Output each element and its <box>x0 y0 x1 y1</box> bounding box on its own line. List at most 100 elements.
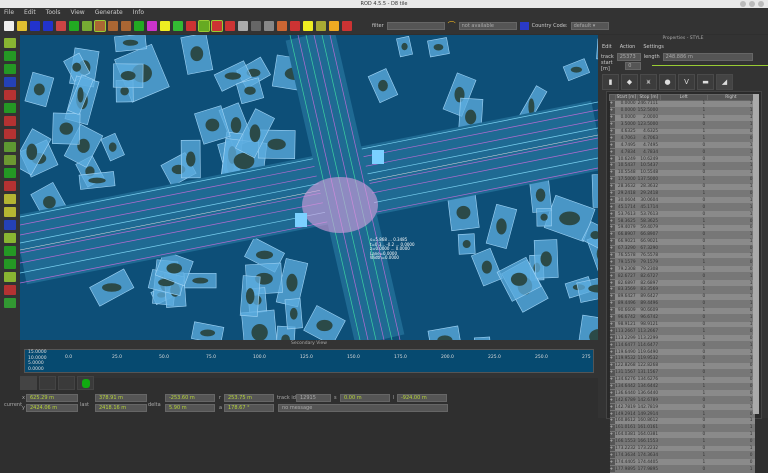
toolbar-tool-icon[interactable] <box>30 20 40 31</box>
cell[interactable]: 1 <box>707 252 755 260</box>
cell[interactable]: 1 <box>707 210 755 219</box>
toolbar-tool-icon[interactable] <box>225 20 235 31</box>
toolbar-tool-icon[interactable] <box>108 20 118 31</box>
table-row[interactable]: +119.9532 119.9532 0 1 <box>609 355 755 363</box>
cell[interactable]: 82.6897 <box>637 279 661 288</box>
cell[interactable]: 0 <box>707 286 755 294</box>
cell[interactable]: 131.1567 <box>637 369 661 377</box>
cell[interactable]: 0 <box>707 217 755 226</box>
start-field[interactable]: 0 <box>625 61 641 70</box>
table-row[interactable]: +174.4405 174.4405 1 0 <box>609 458 755 467</box>
cell[interactable]: 113.2667 <box>637 327 661 336</box>
cell[interactable]: 2.0000 <box>637 114 661 122</box>
table-row[interactable]: +134.6276 134.6276 1 0 <box>609 376 755 384</box>
table-row[interactable]: +3.5000 123.5000 0 1 <box>609 121 755 129</box>
cell[interactable]: 114.6477 <box>637 341 661 350</box>
table-row[interactable]: +83.3569 83.3569 1 0 <box>609 286 755 294</box>
cell[interactable]: 67.3290 <box>615 245 638 253</box>
cell[interactable]: 4.7495 <box>615 141 638 150</box>
cell[interactable]: 1 <box>707 107 755 115</box>
cell[interactable]: 0 <box>660 465 708 473</box>
cell[interactable]: 1 <box>707 100 755 108</box>
left-tool-icon[interactable] <box>4 129 16 139</box>
cell[interactable]: 4.6325 <box>615 128 638 136</box>
cell[interactable]: 4.7834 <box>637 148 661 157</box>
cell[interactable]: 1 <box>660 307 708 315</box>
cell[interactable]: 83.3569 <box>615 286 638 294</box>
table-row[interactable]: +131.1567 131.1567 0 1 <box>609 369 755 377</box>
cell[interactable]: 0 <box>660 169 708 177</box>
cell[interactable]: 0 <box>660 403 708 412</box>
table-row[interactable]: +89.6427 89.6427 0 1 <box>609 293 755 301</box>
table-row[interactable]: +10.6249 10.6249 0 1 <box>609 155 755 164</box>
table-row[interactable]: +166.1553 166.1553 1 0 <box>609 438 755 446</box>
tab-shape[interactable] <box>77 376 94 390</box>
cell[interactable]: 1 <box>707 272 755 281</box>
col-stop[interactable]: Stop [m] <box>637 94 661 101</box>
cell[interactable]: 0 <box>660 279 708 288</box>
cell[interactable]: 17.5000 <box>615 176 638 184</box>
cell[interactable]: 1 <box>707 403 755 412</box>
cell[interactable]: 0 <box>660 424 708 432</box>
cell[interactable]: 113.2667 <box>615 327 638 336</box>
cell[interactable]: 1 <box>660 258 708 267</box>
table-row[interactable]: +96.6742 96.6742 0 1 <box>609 314 755 322</box>
cell[interactable]: 1 <box>707 203 755 212</box>
table-row[interactable]: +59.4079 59.4079 1 0 <box>609 224 755 232</box>
table-row[interactable]: +4.6325 4.6325 1 0 <box>609 128 755 136</box>
cell[interactable]: 1 <box>660 134 708 143</box>
cell[interactable]: 1 <box>660 100 708 108</box>
cell[interactable]: 1 <box>707 396 755 405</box>
toolbar-tool-icon[interactable] <box>251 20 261 31</box>
table-row[interactable]: +114.6477 114.6477 0 1 <box>609 341 755 350</box>
cell[interactable]: 1 <box>707 162 755 170</box>
cell[interactable]: 10.5548 <box>637 169 661 177</box>
cell[interactable]: 90.6609 <box>637 307 661 315</box>
map-view[interactable]: s=5.868 ... 0.3485 t=0.3... -0.2 ... 0.00… <box>20 35 598 340</box>
cell[interactable]: 173.2232 <box>637 445 661 453</box>
cell[interactable]: 1 <box>707 141 755 150</box>
cell[interactable]: 142.7819 <box>615 403 638 412</box>
toolbar-tool-icon[interactable] <box>134 20 144 31</box>
table-row[interactable]: +0.0000 152.5000 1 1 <box>609 107 755 115</box>
cell[interactable]: 0 <box>707 134 755 143</box>
menu-generate[interactable]: Generate <box>95 8 123 17</box>
cell[interactable]: 0 <box>660 141 708 150</box>
left-tool-icon[interactable] <box>4 90 16 100</box>
cell[interactable]: 1 <box>660 458 708 467</box>
cell[interactable]: 174.3634 <box>615 451 638 460</box>
toolbar-tool-icon[interactable] <box>82 20 92 31</box>
cell[interactable]: 160.8612 <box>615 417 638 425</box>
cell[interactable]: 66.8907 <box>637 231 661 239</box>
table-scrollbar[interactable] <box>753 94 759 414</box>
toolbar-tool-icon[interactable] <box>329 20 339 31</box>
country-select[interactable]: default ▾ <box>570 21 609 30</box>
table-row[interactable]: +28.3632 28.3632 0 1 <box>609 183 755 191</box>
road-network-canvas[interactable] <box>20 35 598 340</box>
tab-signal-icon[interactable]: ● <box>659 74 676 90</box>
toolbar-tool-icon[interactable] <box>277 20 287 31</box>
cell[interactable]: 0 <box>660 121 708 129</box>
minimize-button[interactable] <box>740 1 746 7</box>
tab-superelevation[interactable] <box>39 376 56 390</box>
cell[interactable]: 53.7613 <box>615 210 638 219</box>
secondary-view-plot[interactable]: 15.0000 10.0000 5.0000 0.0000 0.0 25.0 50.0 75.… <box>24 349 594 373</box>
table-row[interactable]: +160.8612 160.8612 0 1 <box>609 417 755 425</box>
table-row[interactable]: +113.2299 113.2299 1 0 <box>609 334 755 343</box>
cell[interactable]: 59.4079 <box>615 224 638 232</box>
cell[interactable]: 161.0161 <box>615 424 638 432</box>
table-row[interactable]: +119.6490 119.6490 0 1 <box>609 348 755 356</box>
cell[interactable]: 0 <box>660 369 708 377</box>
table-row[interactable]: +177.9895 177.9895 0 1 <box>609 465 755 473</box>
cell[interactable]: 1 <box>707 321 755 329</box>
cell[interactable]: 0 <box>660 148 708 157</box>
cell[interactable]: 0 <box>660 300 708 308</box>
tab-object-icon[interactable]: ◆ <box>621 74 638 90</box>
table-row[interactable]: +136.6440 136.6440 1 0 <box>609 389 755 398</box>
toolbar-tool-icon[interactable] <box>186 20 196 31</box>
table-row[interactable]: +149.2914 149.2914 1 0 <box>609 410 755 418</box>
left-tool-icon[interactable] <box>4 207 16 217</box>
cell[interactable]: 0 <box>660 348 708 356</box>
tab-lane-icon[interactable]: ▮ <box>602 74 619 90</box>
toolbar-tool-icon[interactable] <box>342 20 352 31</box>
